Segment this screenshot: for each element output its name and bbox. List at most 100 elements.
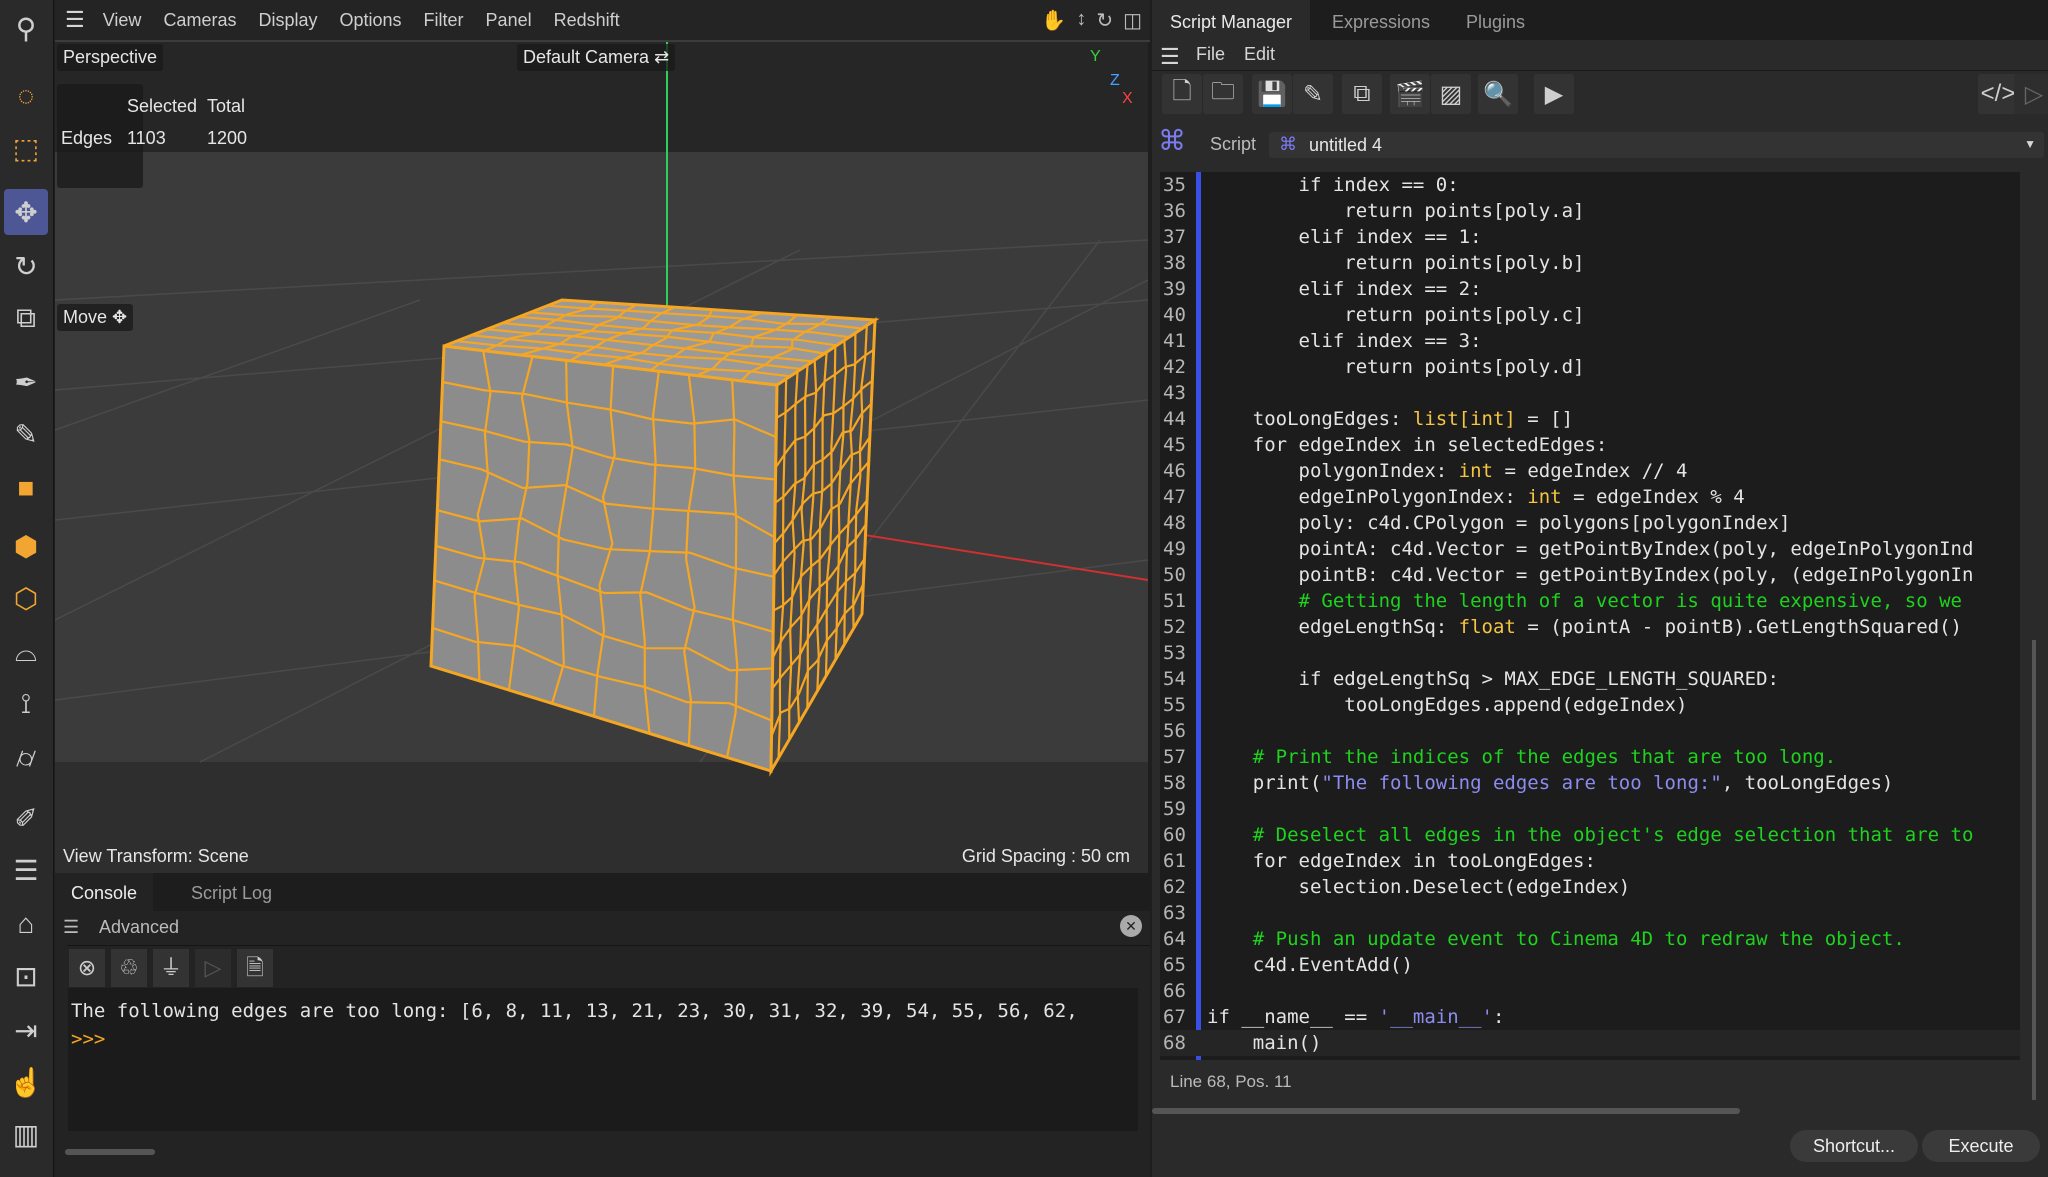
new-script-icon[interactable]: 🗋 <box>1162 74 1202 114</box>
console-output[interactable]: The following edges are too long: [6, 8,… <box>68 988 1138 1131</box>
code-line: 58 print("The following edges are too lo… <box>1160 770 2020 796</box>
code-token: for edgeIndex in selectedEdges: <box>1207 434 1608 456</box>
console-menu-advanced[interactable]: Advanced <box>99 917 179 938</box>
rectangle-selection-icon[interactable]: ⬚ <box>4 125 48 171</box>
image-icon[interactable]: ▨ <box>1431 74 1471 114</box>
search-icon[interactable]: ⚲ <box>4 5 48 51</box>
camera-selector[interactable]: Default Camera ⇄ <box>517 44 676 71</box>
viewport-menu-panel[interactable]: Panel <box>486 10 532 31</box>
tool-name: Move <box>63 307 108 327</box>
align-icon[interactable]: ⇥ <box>4 1007 48 1053</box>
code-token: edgeLengthSq: <box>1207 616 1459 638</box>
editor-horizontal-scrollbar[interactable] <box>1152 1108 1740 1114</box>
move-icon[interactable]: ✥ <box>4 189 48 235</box>
recycle-icon[interactable]: ♲ <box>111 949 147 987</box>
mirror-icon[interactable]: ⟟ <box>4 681 48 727</box>
save-icon[interactable]: 💾 <box>1252 74 1292 114</box>
editor-vertical-scrollbar[interactable] <box>2032 640 2036 1100</box>
code-text: c4d.EventAdd() <box>1207 952 1413 978</box>
duplicate-icon[interactable]: ⧉ <box>1342 74 1382 114</box>
3d-viewport[interactable]: Perspective Default Camera ⇄ Selected To… <box>55 42 1148 873</box>
orbit-icon[interactable]: ↻ <box>1096 8 1113 33</box>
execute-arrow-icon[interactable]: ▷ <box>2014 74 2048 114</box>
code-text: if edgeLengthSq > MAX_EDGE_LENGTH_SQUARE… <box>1207 666 1779 692</box>
execute-button[interactable]: Execute <box>1922 1130 2040 1162</box>
camera-mode-label[interactable]: Perspective <box>57 44 164 71</box>
console-prompt[interactable]: >>> <box>71 1028 105 1050</box>
script-selector[interactable]: ⌘ untitled 4 ▼ <box>1269 132 2044 158</box>
menu-file[interactable]: File <box>1196 44 1225 65</box>
viewport-menu-filter[interactable]: Filter <box>424 10 464 31</box>
viewport-menu-view[interactable]: View <box>103 10 142 31</box>
cube-icon[interactable]: ⬢ <box>4 523 48 569</box>
close-console-icon[interactable]: ✕ <box>1120 915 1142 937</box>
viewport-menu-options[interactable]: Options <box>340 10 402 31</box>
code-view-icon[interactable]: </> <box>1978 74 2018 114</box>
code-token: = [] <box>1515 408 1574 430</box>
search-folder-icon[interactable]: 🔍 <box>1478 74 1518 114</box>
console-scrollbar[interactable] <box>65 1149 155 1155</box>
code-token: , tooLongEdges) <box>1721 772 1894 794</box>
code-token: = (pointA - pointB).GetLengthSquared() <box>1515 616 1962 638</box>
cylinder-icon[interactable]: ⌭ <box>4 735 48 781</box>
maximize-view-icon[interactable]: ◫ <box>1123 8 1142 33</box>
code-token: '__main__' <box>1378 1006 1493 1028</box>
live-selection-icon[interactable]: ◌ <box>4 73 48 119</box>
tab-script-log[interactable]: Script Log <box>175 873 288 911</box>
pan-icon[interactable]: ✋ <box>1041 8 1066 33</box>
tab-plugins[interactable]: Plugins <box>1448 0 1543 40</box>
dolly-icon[interactable]: ↕ <box>1076 8 1086 33</box>
viewport-menu-cameras[interactable]: Cameras <box>163 10 236 31</box>
polygon-icon[interactable]: ■ <box>4 465 48 511</box>
sketch-icon[interactable]: ✎ <box>4 411 48 457</box>
line-number: 60 <box>1163 824 1186 846</box>
extrude-icon[interactable]: ⬡ <box>4 575 48 621</box>
code-text: if index == 0: <box>1207 172 1459 198</box>
bridge-icon[interactable]: ⌓ <box>4 629 48 675</box>
code-text: edgeLengthSq: float = (pointA - pointB).… <box>1207 614 1963 640</box>
line-number: 46 <box>1163 460 1186 482</box>
script-menu-icon[interactable]: ☰ <box>1160 44 1180 70</box>
menu-edit[interactable]: Edit <box>1244 44 1275 65</box>
save-as-icon[interactable]: ✎ <box>1293 74 1333 114</box>
columns-icon[interactable]: ▥ <box>4 1111 48 1157</box>
line-number: 45 <box>1163 434 1186 456</box>
play-icon[interactable]: ▷ <box>195 949 231 987</box>
knife-icon[interactable]: ✐ <box>4 795 48 841</box>
scale-icon[interactable]: ⧉ <box>4 295 48 341</box>
magnet-icon[interactable]: ☝ <box>4 1059 48 1105</box>
code-token: elif index == 2: <box>1207 278 1482 300</box>
clear-console-icon[interactable]: ⊗ <box>69 949 105 987</box>
code-line: 40 return points[poly.c] <box>1160 302 2020 328</box>
line-number: 36 <box>1163 200 1186 222</box>
clapper-icon[interactable]: 🎬 <box>1390 74 1430 114</box>
tab-console[interactable]: Console <box>55 873 154 911</box>
shortcut-button[interactable]: Shortcut... <box>1790 1130 1918 1162</box>
console-panel: Console Script Log ☰ Advanced ✕ ⊗ ♲ ⏚ ▷ … <box>55 873 1150 1177</box>
pen-icon[interactable]: ✒ <box>4 359 48 405</box>
code-line: 42 return points[poly.d] <box>1160 354 2020 380</box>
tab-expressions[interactable]: Expressions <box>1314 0 1448 40</box>
open-folder-icon[interactable]: 🗀 <box>1203 74 1243 114</box>
code-token: print( <box>1207 772 1322 794</box>
run-file-icon[interactable]: ▶ <box>1534 74 1574 114</box>
hamburger-menu-icon[interactable]: ☰ <box>65 7 85 33</box>
loop-icon[interactable]: ☰ <box>4 847 48 893</box>
viewport-menu-display[interactable]: Display <box>258 10 317 31</box>
line-number: 54 <box>1163 668 1186 690</box>
rotate-icon[interactable]: ↻ <box>4 243 48 289</box>
iron-icon[interactable]: ⌂ <box>4 901 48 947</box>
focus-icon[interactable]: ⊡ <box>4 953 48 999</box>
viewport-menu-redshift[interactable]: Redshift <box>554 10 620 31</box>
plug-icon[interactable]: ⏚ <box>153 949 189 987</box>
console-menu-icon[interactable]: ☰ <box>63 917 79 938</box>
code-token: list[int] <box>1412 408 1516 430</box>
document-icon[interactable]: 🗎 <box>237 949 273 987</box>
code-editor[interactable]: 35 if index == 0: 36 return points[poly.a… <box>1160 172 2020 1060</box>
code-line: 63 <box>1160 900 2020 926</box>
code-line: 59 <box>1160 796 2020 822</box>
code-token: int <box>1527 486 1562 508</box>
viewport-menu-bar: ☰ View Cameras Display Options Filter Panel Re… <box>55 0 1150 42</box>
code-token: return points[poly.b] <box>1207 252 1585 274</box>
tab-script-manager[interactable]: Script Manager <box>1152 0 1311 40</box>
